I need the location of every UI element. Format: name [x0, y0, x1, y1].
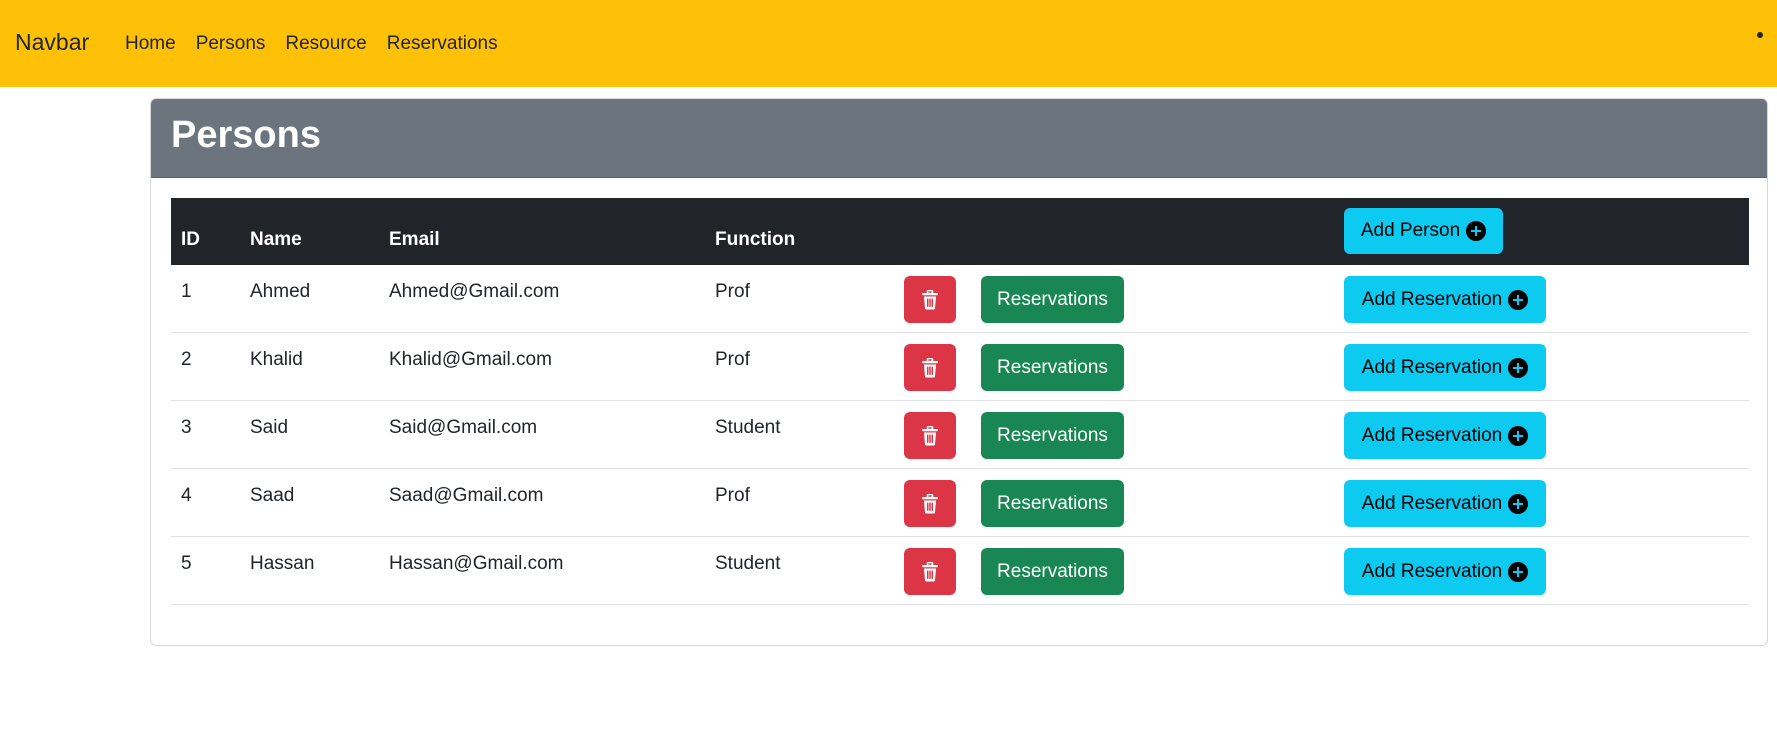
trash-icon [922, 289, 938, 309]
nav-link-persons[interactable]: Persons [196, 31, 266, 57]
delete-button[interactable] [904, 344, 956, 391]
nav-link-home[interactable]: Home [125, 31, 176, 57]
navbar-dot-icon [1757, 32, 1763, 38]
cell-function: Student [715, 553, 781, 574]
reservations-button[interactable]: Reservations [981, 480, 1124, 527]
delete-button[interactable] [904, 548, 956, 595]
add-reservation-button[interactable]: Add Reservation [1344, 344, 1546, 391]
cell-name: Ahmed [250, 281, 311, 302]
table-row: 4 Saad Saad@Gmail.com Prof Reservations … [171, 469, 1749, 537]
add-reservation-button[interactable]: Add Reservation [1344, 548, 1546, 595]
add-reservation-label: Add Reservation [1361, 356, 1503, 378]
plus-circle-icon [1508, 425, 1529, 446]
delete-button[interactable] [904, 276, 956, 323]
card-header: Persons [151, 99, 1767, 178]
add-reservation-button[interactable]: Add Reservation [1344, 276, 1546, 323]
add-reservation-button[interactable]: Add Reservation [1344, 412, 1546, 459]
reservations-button[interactable]: Reservations [981, 344, 1124, 391]
persons-card: Persons ID Name Email Function Add Perso… [150, 98, 1768, 646]
cell-email: Hassan@Gmail.com [389, 553, 564, 574]
plus-circle-icon [1466, 221, 1487, 241]
add-reservation-label: Add Reservation [1361, 424, 1503, 446]
nav-link-resource[interactable]: Resource [285, 31, 366, 57]
delete-button[interactable] [904, 412, 956, 459]
cell-email: Saad@Gmail.com [389, 485, 544, 506]
cell-function: Prof [715, 485, 750, 506]
add-reservation-label: Add Reservation [1361, 288, 1503, 310]
cell-function: Student [715, 417, 781, 438]
add-person-label: Add Person [1360, 220, 1461, 241]
cell-id: 5 [181, 553, 192, 574]
cell-email: Khalid@Gmail.com [389, 349, 552, 370]
header-function: Function [715, 229, 796, 250]
add-reservation-label: Add Reservation [1361, 492, 1503, 514]
add-reservation-button[interactable]: Add Reservation [1344, 480, 1546, 527]
navbar-brand[interactable]: Navbar [15, 27, 89, 57]
cell-name: Said [250, 417, 289, 438]
cell-name: Saad [250, 485, 295, 506]
cell-id: 3 [181, 417, 192, 438]
cell-email: Ahmed@Gmail.com [389, 281, 560, 302]
cell-name: Khalid [250, 349, 303, 370]
cell-id: 1 [181, 281, 192, 302]
table-row: 2 Khalid Khalid@Gmail.com Prof Reservati… [171, 333, 1749, 401]
cell-email: Said@Gmail.com [389, 417, 538, 438]
trash-icon [922, 425, 938, 445]
nav-links: Home Persons Resource Reservations [125, 31, 518, 57]
page-title: Persons [171, 114, 321, 156]
nav-link-reservations[interactable]: Reservations [387, 31, 498, 57]
table-row: 1 Ahmed Ahmed@Gmail.com Prof Reservation… [171, 265, 1749, 333]
header-id: ID [181, 229, 200, 250]
trash-icon [922, 357, 938, 377]
navbar: Navbar Home Persons Resource Reservation… [0, 0, 1777, 87]
header-email: Email [389, 229, 440, 250]
cell-function: Prof [715, 281, 750, 302]
trash-icon [922, 561, 938, 581]
plus-circle-icon [1508, 561, 1529, 582]
delete-button[interactable] [904, 480, 956, 527]
reservations-button[interactable]: Reservations [981, 548, 1124, 595]
table-header: ID Name Email Function Add Person [171, 198, 1749, 265]
header-name: Name [250, 229, 302, 250]
cell-function: Prof [715, 349, 750, 370]
plus-circle-icon [1508, 357, 1529, 378]
table-row: 5 Hassan Hassan@Gmail.com Student Reserv… [171, 537, 1749, 605]
table-row: 3 Said Said@Gmail.com Student Reservatio… [171, 401, 1749, 469]
cell-name: Hassan [250, 553, 315, 574]
reservations-button[interactable]: Reservations [981, 276, 1124, 323]
add-person-button[interactable]: Add Person [1344, 208, 1503, 254]
trash-icon [922, 493, 938, 513]
cell-id: 2 [181, 349, 192, 370]
plus-circle-icon [1508, 289, 1529, 310]
cell-id: 4 [181, 485, 192, 506]
add-reservation-label: Add Reservation [1361, 560, 1503, 582]
reservations-button[interactable]: Reservations [981, 412, 1124, 459]
plus-circle-icon [1508, 493, 1529, 514]
